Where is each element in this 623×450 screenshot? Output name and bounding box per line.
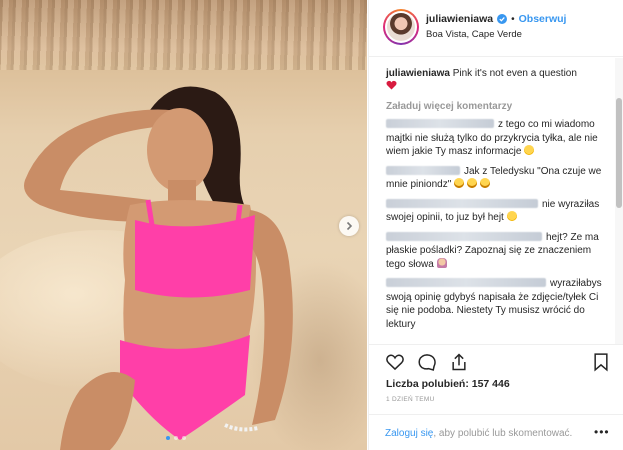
carousel-dot-3 bbox=[182, 436, 186, 440]
blurred-username bbox=[386, 165, 460, 175]
action-icons bbox=[385, 352, 469, 372]
post-sidebar: juliawieniawa • Obserwuj Boa Vista, Cape… bbox=[368, 0, 623, 450]
blurred-username bbox=[386, 119, 494, 128]
blurred-username bbox=[386, 198, 538, 208]
carousel-next-button[interactable] bbox=[339, 216, 359, 236]
post-location[interactable]: Boa Vista, Cape Verde bbox=[426, 29, 522, 40]
post-actions: Liczba polubień: 157 446 1 DZIEŃ TEMU bbox=[369, 344, 623, 403]
laugh-emoji-icon bbox=[454, 178, 465, 188]
blurred-username bbox=[386, 231, 542, 241]
login-prompt-rest: , aby polubić lub skomentować. bbox=[433, 428, 573, 439]
chevron-right-icon bbox=[346, 221, 353, 231]
carousel-dot-2 bbox=[174, 436, 178, 440]
comment-bubble-icon[interactable] bbox=[417, 352, 437, 372]
comment-item: hejt? Ze ma płaskie pośladki? Zapoznaj s… bbox=[386, 231, 603, 272]
heart-emoji-icon bbox=[386, 80, 397, 90]
post-caption: juliawieniawa Pink it's not even a quest… bbox=[386, 67, 603, 93]
header-separator: • bbox=[511, 13, 515, 25]
smile-emoji-icon bbox=[524, 145, 535, 155]
avatar-image bbox=[387, 13, 415, 41]
woman-in-pink-bikini-illustration bbox=[24, 86, 293, 450]
post-header: juliawieniawa • Obserwuj Boa Vista, Cape… bbox=[369, 0, 623, 57]
login-link[interactable]: Zaloguj się bbox=[385, 428, 433, 439]
share-icon[interactable] bbox=[449, 352, 469, 372]
caption-text: Pink it's not even a question bbox=[452, 68, 577, 79]
post-timestamp[interactable]: 1 DZIEŃ TEMU bbox=[386, 396, 435, 403]
carousel-indicator bbox=[166, 436, 186, 440]
comments-scrollbar[interactable] bbox=[615, 58, 623, 344]
comments-list[interactable]: juliawieniawa Pink it's not even a quest… bbox=[369, 58, 615, 344]
login-prompt: Zaloguj się, aby polubić lub skomentować… bbox=[369, 414, 623, 450]
like-heart-icon[interactable] bbox=[385, 352, 405, 372]
laugh-emoji-icon bbox=[466, 178, 477, 188]
scrollbar-thumb[interactable] bbox=[616, 98, 622, 208]
more-options-icon[interactable]: ••• bbox=[594, 425, 610, 439]
like-count[interactable]: Liczba polubień: 157 446 bbox=[386, 378, 510, 390]
bookmark-icon[interactable] bbox=[591, 352, 611, 372]
laugh-emoji-icon bbox=[479, 178, 490, 188]
post-photo[interactable] bbox=[0, 0, 367, 450]
login-prompt-text: Zaloguj się, aby polubić lub skomentować… bbox=[385, 428, 572, 439]
avatar[interactable] bbox=[383, 9, 419, 45]
comment-item: wyraziłabys swoją opinię gdybyś napisała… bbox=[386, 277, 603, 331]
header-username[interactable]: juliawieniawa bbox=[426, 13, 493, 25]
verified-badge-icon bbox=[497, 14, 508, 24]
shrug-emoji-icon bbox=[436, 257, 447, 268]
blurred-username bbox=[386, 278, 546, 287]
follow-button[interactable]: Obserwuj bbox=[519, 13, 567, 25]
smile-emoji-icon bbox=[506, 211, 517, 221]
comment-item: z tego co mi wiadomo majtki nie służą ty… bbox=[386, 118, 603, 159]
header-user-line: juliawieniawa • Obserwuj bbox=[426, 13, 566, 25]
load-more-comments-button[interactable]: Załaduj więcej komentarzy bbox=[386, 101, 603, 112]
comment-item: Jak z Teledysku "Ona czuje we mnie pinio… bbox=[386, 165, 603, 192]
carousel-dot-1 bbox=[166, 436, 170, 440]
comment-item: nie wyraziłas swojej opinii, to juz był … bbox=[386, 198, 603, 225]
caption-username[interactable]: juliawieniawa bbox=[386, 68, 450, 79]
